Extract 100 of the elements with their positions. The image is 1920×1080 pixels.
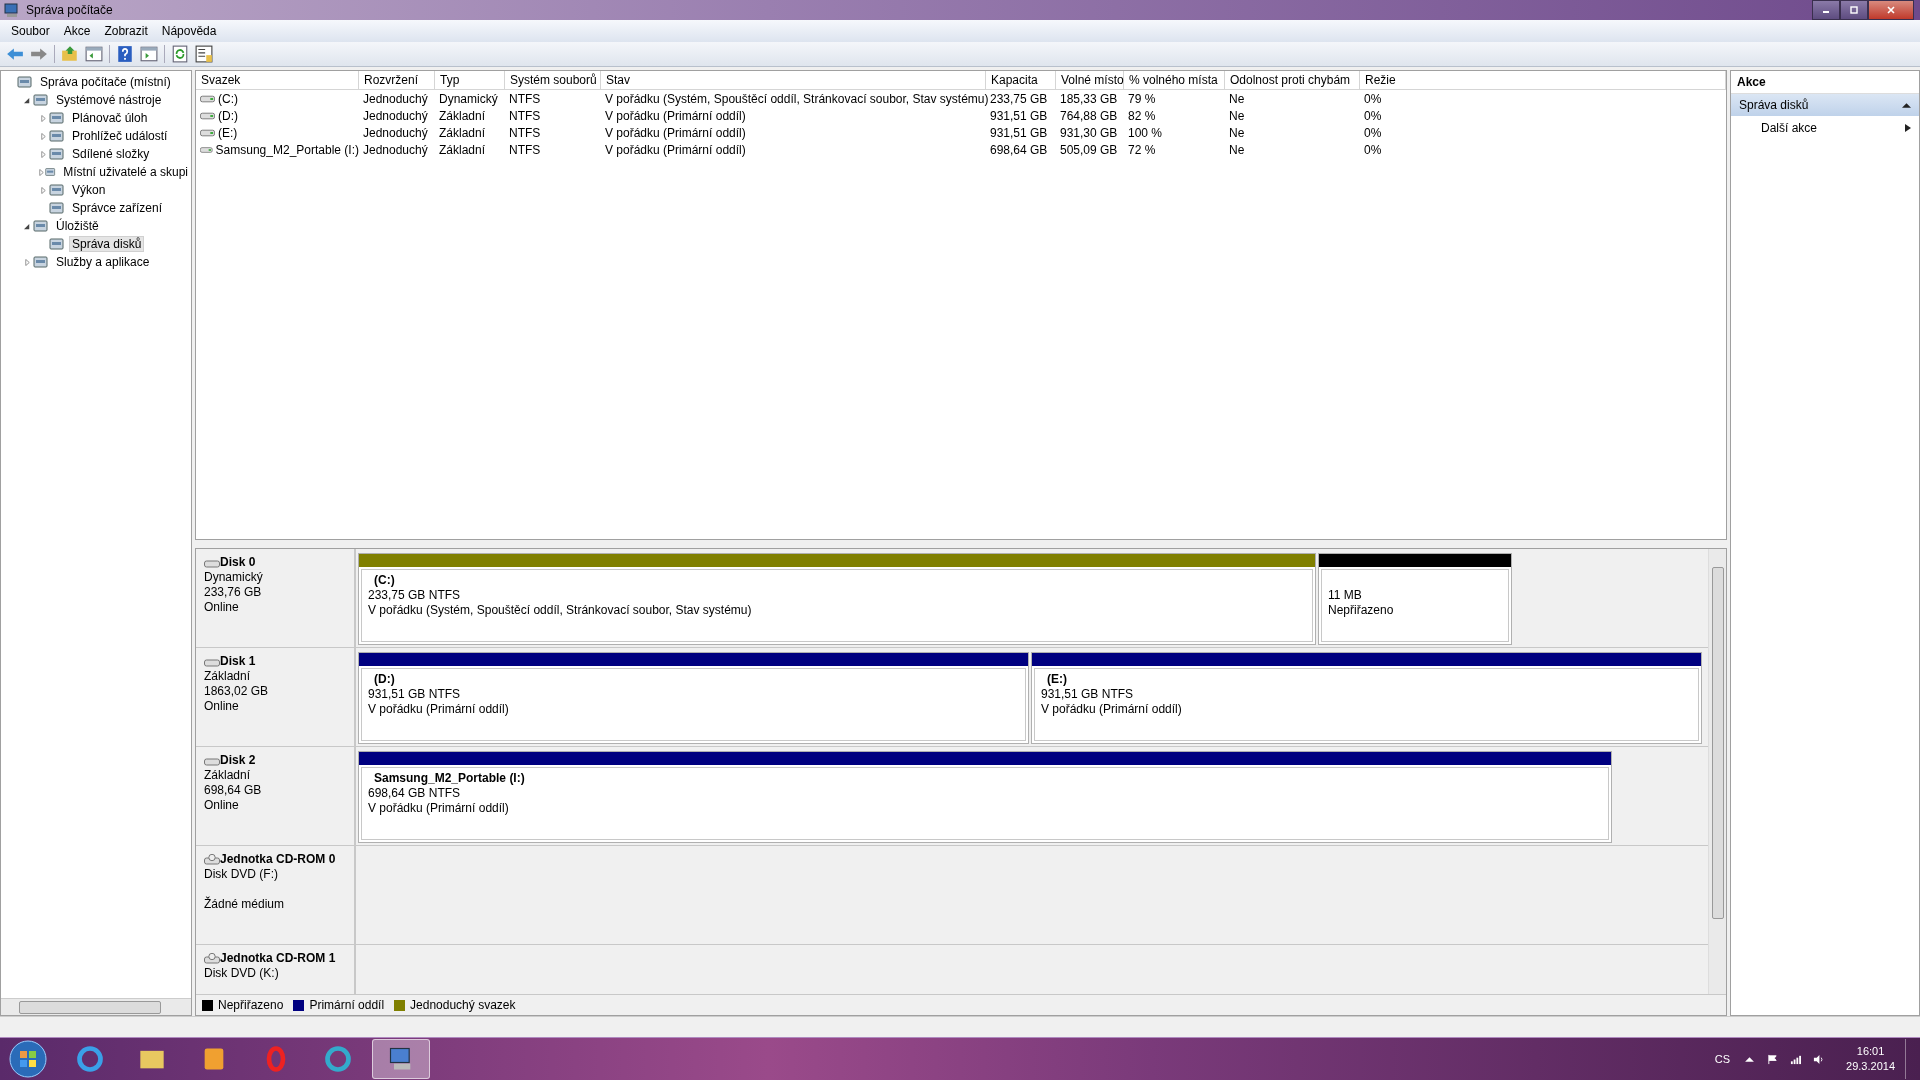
signal-icon[interactable] [1790,1053,1802,1065]
disk-detail: Základní [204,669,251,683]
vertical-scrollbar[interactable] [1708,549,1726,994]
menu-item[interactable]: Soubor [4,22,57,40]
minimize-button[interactable] [1812,0,1840,20]
column-header[interactable]: Stav [601,71,986,89]
collapsed-arrow-icon[interactable] [39,114,47,122]
table-cell: Jednoduchý [363,142,428,157]
tree-item[interactable]: Správa disků [69,236,145,252]
tree-item[interactable]: Sdílené složky [69,146,153,162]
menu-item[interactable]: Zobrazit [97,22,155,40]
expanded-arrow-icon[interactable] [23,96,31,104]
disk-title: Jednotka CD-ROM 0 [220,852,336,867]
collapse-caret-icon[interactable] [1902,101,1911,109]
legend-label: Jednoduchý svazek [410,998,516,1012]
table-cell: 698,64 GB [990,142,1048,157]
column-header[interactable]: Typ [435,71,505,89]
horizontal-scrollbar[interactable] [1,998,191,1015]
partition-block[interactable]: (D:) 931,51 GB NTFS V pořádku (Primární oddíl) [358,652,1029,744]
tree-item[interactable]: Plánovač úloh [69,110,151,126]
column-header[interactable]: Režie [1360,71,1726,89]
table-cell: 185,33 GB [1060,91,1118,106]
partition-status: V pořádku (Primární oddíl) [368,702,509,716]
table-cell: 0% [1364,91,1382,106]
computer-icon [4,2,20,18]
partition-block[interactable]: (C:) 233,75 GB NTFS V pořádku (Systém, Spouštěcí oddíl, Stránkovací soubor, Stav systému) [358,553,1316,645]
collapsed-arrow-icon[interactable] [37,168,45,176]
speaker-icon[interactable] [1813,1053,1825,1065]
tree-node-icon [49,200,65,216]
language-indicator[interactable]: CS [1714,1053,1731,1065]
column-header[interactable]: Odolnost proti chybám [1225,71,1360,89]
table-cell: NTFS [509,125,541,140]
maximize-button[interactable] [1840,0,1868,20]
tree-item[interactable]: Správce zařízení [69,200,166,216]
table-cell: 931,51 GB [990,125,1048,140]
optical-drive-icon [204,853,220,866]
partition-status: V pořádku (Primární oddíl) [1041,702,1182,716]
expanded-arrow-icon[interactable] [23,222,31,230]
table-cell: 505,09 GB [1060,142,1118,157]
menu-item[interactable]: Nápověda [154,22,224,40]
tree-item[interactable]: Místní uživatelé a skupi [60,164,191,180]
disk-status: Online [204,798,239,812]
tree-node-icon [49,110,65,126]
flag-icon[interactable] [1767,1053,1779,1065]
disk-detail: 1863,02 GB [204,684,269,698]
column-header[interactable]: Systém souborů [505,71,601,89]
column-header[interactable]: Volné místo [1056,71,1124,89]
table-cell: Jednoduchý [363,108,428,123]
help-icon[interactable] [116,45,134,63]
table-cell: Základní [439,108,486,123]
column-header[interactable]: Rozvržení [359,71,435,89]
tree-item[interactable]: Prohlížeč událostí [69,128,171,144]
partition-size: 11 MB [1328,588,1362,602]
partition-block[interactable]: Samsung_M2_Portable (I:) 698,64 GB NTFS V pořádku (Primární oddíl) [358,751,1612,843]
actions-section-header[interactable]: Správa disků [1731,94,1919,116]
pane-icon[interactable] [85,45,103,63]
table-cell: V pořádku (Primární oddíl) [605,108,746,123]
legend-label: Primární oddíl [309,998,385,1012]
tree-item[interactable]: Úložiště [53,218,102,234]
folder-up-icon[interactable] [61,45,79,63]
close-button[interactable] [1868,0,1914,20]
collapsed-arrow-icon[interactable] [39,186,47,194]
action-link[interactable]: Další akce [1761,121,1818,135]
collapsed-arrow-icon[interactable] [39,150,47,158]
tree-item[interactable]: Systémové nástroje [53,92,165,108]
tree-item[interactable]: Správa počítače (místní) [37,74,174,90]
properties-icon[interactable] [195,45,213,63]
tree-item[interactable]: Výkon [69,182,109,198]
start-button[interactable] [8,1039,48,1079]
table-cell: 82 % [1128,108,1156,123]
partition-block[interactable]: (E:) 931,51 GB NTFS V pořádku (Primární oddíl) [1031,652,1702,744]
tree-node-icon [33,254,49,270]
table-cell: (E:) [218,125,238,140]
column-header[interactable]: Kapacita [986,71,1056,89]
tree-node-icon [49,182,65,198]
disk-title: Disk 0 [220,555,256,570]
menu-item[interactable]: Akce [56,22,98,40]
table-cell: Ne [1229,108,1245,123]
table-cell: 0% [1364,125,1382,140]
tree-node-icon [17,74,33,90]
disk-title: Disk 2 [220,753,256,768]
partition-name: (D:) [374,672,395,686]
column-header[interactable]: % volného místa [1124,71,1225,89]
drive-icon [200,93,215,104]
clock[interactable]: 16:01 29.3.2014 [1846,1044,1895,1074]
drive-icon [200,127,215,138]
refresh-icon[interactable] [171,45,189,63]
table-cell: V pořádku (Primární oddíl) [605,142,746,157]
partition-name: Samsung_M2_Portable (I:) [374,771,525,785]
table-cell: 0% [1364,108,1382,123]
tree-item[interactable]: Služby a aplikace [53,254,153,270]
collapsed-arrow-icon[interactable] [23,258,31,266]
partition-block[interactable]: 11 MB Nepřiřazeno [1318,553,1512,645]
pane-icon[interactable] [140,45,158,63]
column-header[interactable]: Svazek [196,71,359,89]
collapsed-arrow-icon[interactable] [39,132,47,140]
tree-node-icon [49,146,65,162]
taskbar-app-button[interactable] [372,1039,430,1079]
partition-name: (E:) [1047,672,1067,686]
disk-title: Jednotka CD-ROM 1 [220,951,336,966]
